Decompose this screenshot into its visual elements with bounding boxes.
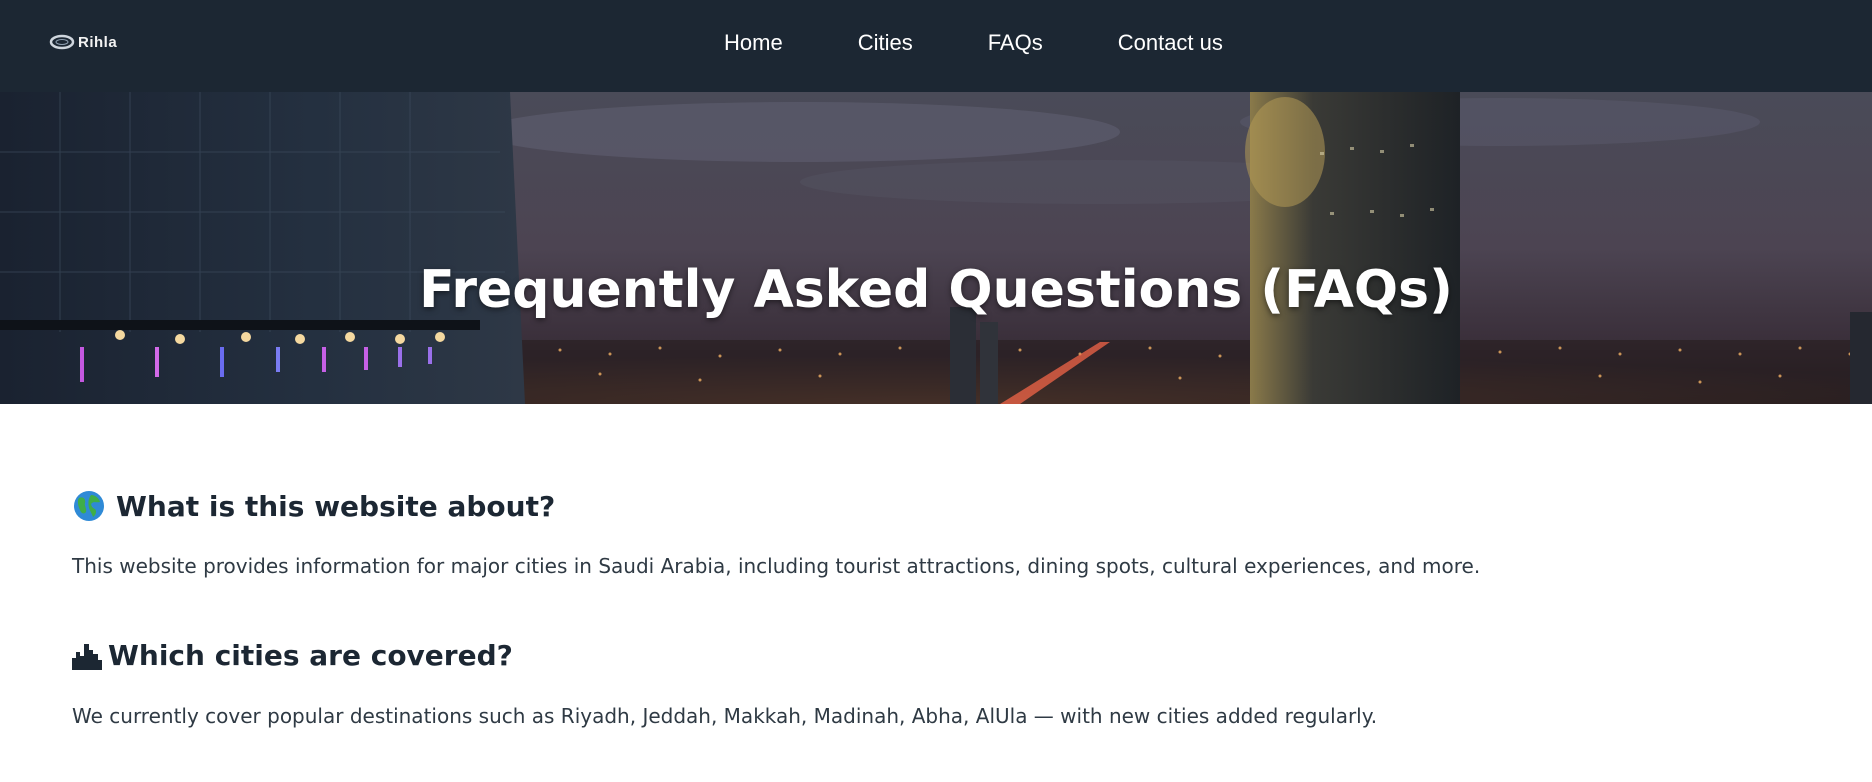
nav-contact-link[interactable]: Contact us [1118,30,1223,56]
faq-question: Which cities are covered? [72,635,513,675]
faq-question-text: Which cities are covered? [108,638,513,672]
brand-logo[interactable]: Rihla [48,31,117,53]
nav-faqs-link[interactable]: FAQs [988,30,1043,56]
main-nav: Home Cities FAQs Contact us [724,30,1223,56]
faq-answer: We currently cover popular destinations … [72,704,1378,728]
nav-home-link[interactable]: Home [724,30,783,56]
hero-background-image [0,92,1872,404]
faq-question: What is this website about? [72,486,555,526]
hero-banner: Frequently Asked Questions (FAQs) [0,92,1872,404]
faq-answer: This website provides information for ma… [72,554,1481,578]
faq-question-text: What is this website about? [116,489,556,523]
hero-title: Frequently Asked Questions (FAQs) [419,260,1453,320]
brand-name: Rihla [78,33,118,51]
ring-icon [49,34,75,50]
navbar: Rihla Home Cities FAQs Contact us [0,0,1872,92]
nav-cities-link[interactable]: Cities [858,30,913,56]
globe-icon [74,491,104,521]
city-icon [72,644,102,670]
